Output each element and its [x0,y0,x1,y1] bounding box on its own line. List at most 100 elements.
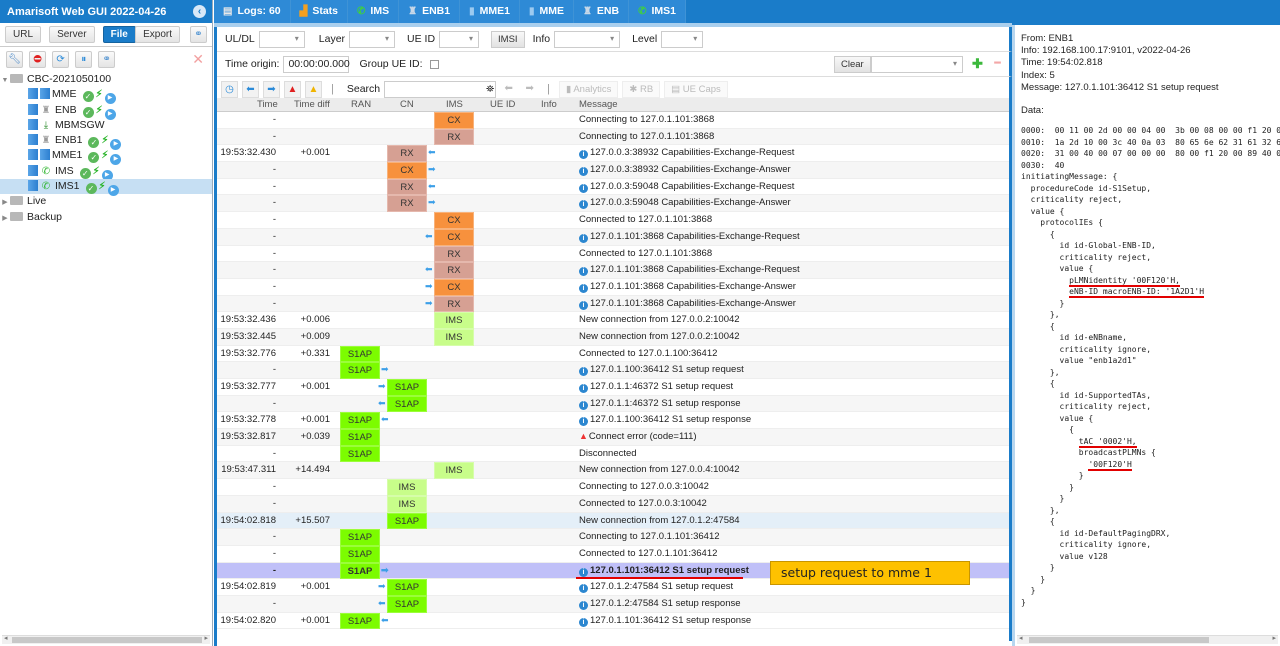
table-row[interactable]: - RX ⬅ i 127.0.1.101:3868 Capabilities-Excha… [217,262,1009,279]
table-row[interactable]: 19:53:32.430 +0.001 RX ⬅ i 127.0.0.3:38932 Ca… [217,145,1009,163]
uldl-select[interactable] [258,30,305,48]
clear-button[interactable]: Clear [834,56,871,73]
table-row[interactable]: - S1AP Disconnected [217,445,1009,463]
table-row[interactable]: - CX Connecting to 127.0.1.101:3868 [217,112,1009,129]
header-ue-id[interactable]: UE ID [490,99,515,110]
tree-item-mme[interactable]: MME ✓ ⚡︎ ▶ [0,87,212,105]
table-row[interactable]: - S1AP ⬅ i 127.0.1.1:46372 S1 setup response [217,395,1009,413]
tree-item-mme1[interactable]: MME1 ✓ ⚡︎ ▶ [0,148,212,166]
stop-icon[interactable]: ⛔︎ [29,51,47,68]
arrow-left-icon[interactable]: ⬅ [242,80,259,98]
ueid-select[interactable] [439,30,480,48]
connect-icon[interactable]: ⚭ [190,26,207,43]
table-row[interactable]: - S1AP Connecting to 127.0.1.101:36412 [217,529,1009,546]
tab-logs-60[interactable]: ▤ Logs: 60 [214,0,291,23]
lightning-icon[interactable]: ⚡︎ [96,87,103,102]
tab-ims1[interactable]: ✆ IMS1 [629,0,686,23]
group-ueid-checkbox[interactable] [429,59,439,69]
level-select[interactable] [661,30,704,48]
search-input[interactable]: ⛯ [384,80,497,98]
table-row[interactable]: - RX ➡ i 127.0.0.3:59048 Capabilities-Exchan… [217,195,1009,213]
header-cn[interactable]: CN [400,99,414,110]
add-icon[interactable]: ✚ [969,56,986,73]
table-row[interactable]: - CX ➡ i 127.0.1.101:3868 Capabilities-Excha… [217,278,1009,296]
header-ran[interactable]: RAN [351,99,371,110]
layer-select[interactable] [349,30,396,48]
tree-item-enb[interactable]: ♜ ENB ✓ ⚡︎ ▶ [0,103,212,120]
header-message[interactable]: Message [579,99,618,110]
lightning-icon[interactable]: ⚡︎ [99,179,106,194]
header-info[interactable]: Info [541,99,557,110]
time-origin-input[interactable]: 00:00:00.000 [283,55,350,73]
tab-stats[interactable]: ▟ Stats [290,0,349,23]
tree-folder-live[interactable]: ▶ Live [0,194,212,209]
search-next-icon[interactable]: ➡ [521,81,538,98]
table-row[interactable]: - RX Connected to 127.0.1.101:3868 [217,245,1009,263]
plug-icon[interactable]: ⚭ [98,51,116,68]
tree-item-ims1[interactable]: ✆ IMS1 ✓ ⚡︎ ▶ [0,179,212,197]
table-row[interactable]: - IMS Connecting to 127.0.0.3:10042 [217,479,1009,496]
arrow-right-icon[interactable]: ➡ [263,80,280,98]
expand-icon[interactable]: ▶ [0,211,10,226]
table-row[interactable]: 19:53:32.776 +0.331 S1AP Connected to 127.0… [217,345,1009,363]
collapse-panel-icon[interactable]: ‹ [193,5,206,18]
binoculars-icon[interactable]: ⛯ [486,82,494,97]
expand-icon[interactable]: ▼ [0,73,10,88]
wrench-icon[interactable]: 🔧︎ [6,51,23,68]
export-button[interactable]: Export [135,26,180,43]
table-row[interactable]: 19:53:32.777 +0.001 S1AP ➡ i 127.0.1.1:46372 … [217,379,1009,396]
clock-icon[interactable]: ◷ [221,80,238,98]
file-button[interactable]: File [102,26,136,43]
expand-icon[interactable]: ▶ [0,195,10,210]
table-row[interactable]: - S1AP ➡ i 127.0.1.100:36412 S1 setup reques… [217,362,1009,379]
table-row[interactable]: - IMS Connected to 127.0.0.3:10042 [217,495,1009,513]
table-row[interactable]: - RX Connecting to 127.0.1.101:3868 [217,128,1009,146]
table-row[interactable]: 19:53:32.436 +0.006 IMS New connection from… [217,312,1009,329]
header-time[interactable]: Time [257,99,278,110]
table-row[interactable]: 19:53:32.778 +0.001 S1AP ⬅ i 127.0.1.100:3641… [217,412,1009,430]
header-time-diff[interactable]: Time diff [294,99,330,110]
url-button[interactable]: URL [5,26,42,43]
lightning-icon[interactable]: ⚡︎ [101,133,108,148]
rb-button[interactable]: ✱ RB [622,80,661,98]
pause-icon[interactable]: ⏸︎ [75,51,93,68]
info-select[interactable] [554,30,621,48]
table-row[interactable]: - CX ⬅ i 127.0.1.101:3868 Capabilities-Excha… [217,228,1009,246]
lightning-icon[interactable]: ⚡︎ [101,148,108,163]
table-row[interactable]: - CX ➡ i 127.0.0.3:38932 Capabilities-Exchan… [217,162,1009,179]
table-row[interactable]: - RX ➡ i 127.0.1.101:3868 Capabilities-Excha… [217,295,1009,313]
lightning-icon[interactable]: ⚡︎ [93,164,100,179]
tab-mme1[interactable]: ▮ MME1 [460,0,520,23]
tree-item-ims[interactable]: ✆ IMS ✓ ⚡︎ ▶ [0,164,212,181]
tab-ims[interactable]: ✆ IMS [348,0,400,23]
lightning-icon[interactable]: ⚡︎ [96,103,103,118]
server-button[interactable]: Server [49,26,95,43]
tree-item-enb1[interactable]: ♜ ENB1 ✓ ⚡︎ ▶ [0,133,212,151]
header-ims[interactable]: IMS [446,99,463,110]
analytics-button[interactable]: ▮ Analytics [559,80,619,98]
table-row[interactable]: - RX ⬅ i 127.0.0.3:59048 Capabilities-Exchan… [217,178,1009,196]
table-row[interactable]: 19:54:02.818 +15.507 S1AP New connection fr… [217,512,1009,530]
table-row[interactable]: - CX Connected to 127.0.1.101:3868 [217,212,1009,229]
uecaps-button[interactable]: ▤ UE Caps [664,80,728,98]
tab-enb1[interactable]: ♜ ENB1 [399,0,461,23]
close-icon[interactable]: ✕ [192,51,204,67]
imsi-button[interactable]: IMSI [491,30,525,48]
table-row[interactable]: 19:53:47.311 +14.494 IMS New connection fro… [217,462,1009,480]
table-row[interactable]: 19:53:32.817 +0.039 S1AP ▲Connect error (co… [217,429,1009,446]
table-row[interactable]: - S1AP ⬅ i 127.0.1.2:47584 S1 setup response [217,595,1009,613]
error-icon[interactable]: ▲ [284,80,301,98]
table-row[interactable]: 19:54:02.820 +0.001 S1AP ⬅ i 127.0.1.101:3641… [217,612,1009,630]
refresh-icon[interactable]: ⟳ [52,51,70,68]
details-horizontal-scrollbar[interactable]: ◂ ▸ [1017,635,1278,644]
warning-icon[interactable]: ▲ [305,80,322,98]
tab-enb[interactable]: ♜ ENB [573,0,630,23]
table-row[interactable]: 19:53:32.445 +0.009 IMS New connection from… [217,328,1009,346]
filter-preset-select[interactable] [871,56,963,73]
tree-item-mbmsgw[interactable]: ⤓ MBMSGW [0,118,212,133]
tree-folder-backup[interactable]: ▶ Backup [0,210,212,225]
left-horizontal-scrollbar[interactable]: ◂ ▸ [2,635,210,644]
search-prev-icon[interactable]: ⬅ [500,81,517,98]
remove-icon[interactable]: ━ [989,56,1006,73]
tab-mme[interactable]: ▮ MME [519,0,574,23]
